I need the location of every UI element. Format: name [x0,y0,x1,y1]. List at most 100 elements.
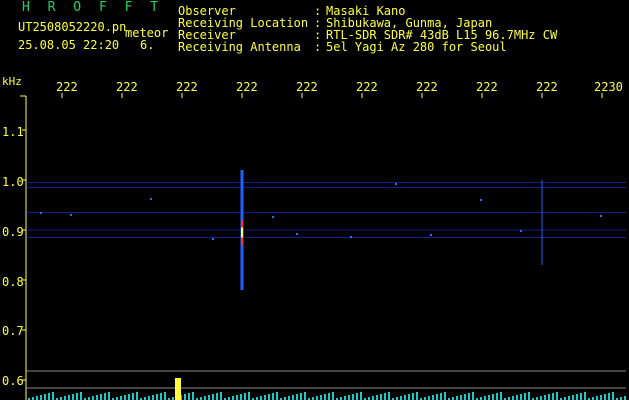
level-bar [92,396,94,400]
level-bar [160,393,162,400]
noise-speck [430,234,432,236]
level-bar [404,395,406,400]
level-bar [524,393,526,400]
level-bar [464,394,466,400]
level-bar [436,394,438,400]
level-bar [316,396,318,400]
noise-speck [272,216,274,218]
x-tick-label: 222 [356,80,378,94]
level-bar [72,394,74,400]
level-bar [332,392,334,400]
level-bar [268,394,270,400]
level-bar [596,396,598,400]
level-bar [36,396,38,400]
level-bar [288,396,290,400]
level-bar [188,393,190,400]
level-bar [216,393,218,400]
level-bar [580,393,582,400]
level-bar [444,392,446,400]
level-bar [260,396,262,400]
level-bar [184,394,186,400]
level-bar [548,394,550,400]
noise-speck [600,215,602,217]
level-bar [552,393,554,400]
level-bar [76,393,78,400]
level-bar [300,393,302,400]
level-bar [488,395,490,400]
noise-speck [350,236,352,238]
level-bar [388,392,390,400]
level-bar [416,392,418,400]
level-bar [520,394,522,400]
noise-speck [212,238,214,240]
noise-speck [480,199,482,201]
y-tick-label: 1.1 [2,125,24,139]
y-tick-label: 0.6 [2,374,24,388]
noise-speck [520,230,522,232]
level-bar [440,393,442,400]
level-bar [48,393,50,400]
level-bar [376,395,378,400]
level-bar [264,395,266,400]
level-bar [68,395,70,400]
level-bar [132,393,134,400]
level-bar [344,396,346,400]
level-bar [500,392,502,400]
x-tick-label: 2230 [594,80,623,94]
level-bar [468,393,470,400]
level-bar [124,395,126,400]
level-bar [296,394,298,400]
x-tick-label: 222 [116,80,138,94]
x-tick-label: 222 [536,80,558,94]
y-tick-label: 1.0 [2,175,24,189]
level-bar [100,394,102,400]
noise-speck [70,214,72,216]
level-bar [304,392,306,400]
hrofft-spectrogram-window: H R O F F T UT2508052220.pn meteor 25.08… [0,0,629,400]
level-bar [544,395,546,400]
level-bar [428,396,430,400]
level-bar [556,392,558,400]
level-bar [608,393,610,400]
x-tick-label: 222 [236,80,258,94]
level-bar [272,393,274,400]
level-bar [248,392,250,400]
level-bar [432,395,434,400]
level-bar [568,396,570,400]
level-bar [320,395,322,400]
level-bar [244,393,246,400]
level-bar [572,395,574,400]
level-bar [584,392,586,400]
x-tick-label: 222 [296,80,318,94]
level-bar [456,396,458,400]
level-bar [624,396,626,400]
level-bar [356,393,358,400]
level-bar [276,392,278,400]
y-tick-label: 0.9 [2,225,24,239]
level-bar [40,395,42,400]
level-bar [192,392,194,400]
y-tick-label: 0.7 [2,324,24,338]
level-bar [128,394,130,400]
level-bar [600,395,602,400]
file-name: UT2508052220.pn [18,20,127,34]
antenna-colon: : [314,40,322,54]
level-bar [148,396,150,400]
level-bar [232,396,234,400]
antenna-value: 5el Yagi Az 280 for Seoul [326,40,507,54]
level-bar [44,394,46,400]
level-bar [96,395,98,400]
level-bar [236,395,238,400]
level-bar [540,396,542,400]
brand-label: H R O F F T [22,0,164,15]
level-bar [516,395,518,400]
level-bar [104,393,106,400]
level-bar [120,396,122,400]
level-bar [412,393,414,400]
level-bar [352,394,354,400]
level-bar [472,392,474,400]
level-bar [136,392,138,400]
level-bar [380,394,382,400]
level-bar [208,395,210,400]
level-bar [108,392,110,400]
